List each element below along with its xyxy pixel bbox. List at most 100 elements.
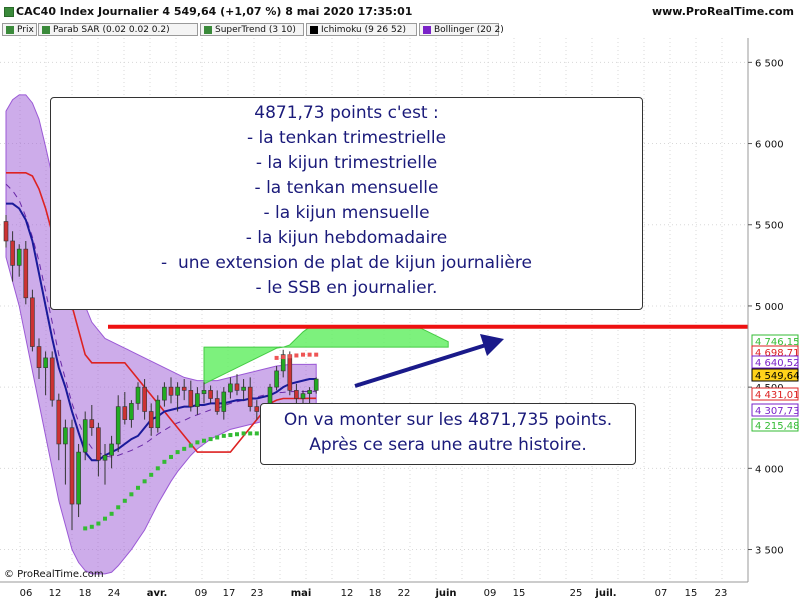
candle-body (221, 391, 227, 412)
legend-item-1[interactable]: Parab SAR (0.02 0.02 0.2) (38, 23, 198, 36)
x-tick-label: 15 (513, 588, 526, 599)
sar-dot (287, 354, 292, 359)
x-tick-label: avr. (147, 588, 168, 599)
legend-label: Ichimoku (9 26 52) (321, 25, 406, 35)
candle-body (241, 386, 246, 391)
sar-dot (96, 521, 101, 526)
annotation-line: On va monter sur les 4871,735 points. (283, 410, 613, 430)
sar-dot (274, 355, 279, 360)
x-tick-label: 15 (685, 588, 698, 599)
sar-dot (109, 511, 114, 516)
price-tag: 4 431,01 (751, 387, 800, 401)
x-tick-label: 06 (20, 588, 33, 599)
chart-type-icon (4, 7, 14, 17)
annotation-line: - la kijun hebdomadaire (245, 228, 448, 248)
sar-dot (175, 450, 180, 455)
candle-body (69, 427, 75, 505)
candle-body (49, 357, 55, 401)
candle-body (76, 451, 81, 505)
legend-label: SuperTrend (3 10) (215, 25, 296, 35)
price-tag: 4 549,64 (751, 368, 800, 382)
sar-dot (314, 352, 319, 357)
sar-dot (103, 516, 107, 521)
sar-dot (142, 479, 147, 484)
candle-body (254, 406, 260, 412)
legend-label: Parab SAR (0.02 0.02 0.2) (53, 25, 170, 35)
candle-body (313, 378, 319, 391)
candle-body (201, 390, 207, 394)
candle-body (294, 390, 299, 399)
price-tag-label: 4 549,64 (755, 371, 800, 382)
legend-item-2[interactable]: SuperTrend (3 10) (200, 23, 304, 36)
price-axis: 3 5004 0004 5005 0005 5006 0006 500 (747, 38, 800, 582)
date-axis: 06 12 18 24 avr. 09 17 23 mai 12 18 22 juin 09 15 25 jui… (0, 581, 800, 600)
candle-body (228, 383, 233, 393)
sar-dot (228, 433, 233, 438)
site-url[interactable]: www.ProRealTime.com (652, 5, 794, 18)
y-tick-label: 6 000 (755, 140, 784, 151)
candle-body (56, 399, 62, 445)
sar-dot (307, 352, 312, 357)
sar-dot (136, 485, 140, 490)
sar-dot (294, 353, 299, 358)
candle-body (63, 427, 68, 445)
annotation-line: - la tenkan trimestrielle (246, 128, 447, 148)
candle-body (36, 346, 42, 368)
sar-dot (169, 454, 173, 459)
candle-body (16, 248, 22, 266)
candle (49, 351, 55, 407)
x-tick-label: juil. (594, 588, 616, 599)
sar-dot (202, 438, 206, 443)
candle-body (274, 370, 279, 388)
candle-body (10, 240, 15, 266)
x-tick-label: mai (291, 588, 312, 599)
annotation-line: Après ce sera une autre histoire. (309, 435, 587, 455)
sar-dot (182, 446, 187, 451)
candle-body (3, 221, 9, 242)
sar-dot (281, 355, 286, 360)
candle-body (148, 411, 154, 429)
legend-item-4[interactable]: Bollinger (20 2) (419, 23, 504, 36)
candle-body (129, 403, 134, 420)
x-tick-label: 25 (570, 588, 583, 599)
candle-body (234, 383, 240, 391)
x-tick-label: 09 (484, 588, 497, 599)
sar-dot (221, 433, 226, 438)
candle-body (300, 393, 306, 399)
candle-body (23, 248, 29, 299)
candle-body (181, 386, 187, 391)
candle-body (175, 386, 180, 396)
legend-swatch (310, 26, 318, 34)
credit-text: © ProRealTime.com (4, 569, 104, 580)
legend-item-3[interactable]: Ichimoku (9 26 52) (306, 23, 417, 36)
annotation-line: - la kijun mensuelle (263, 203, 430, 223)
candle-body (102, 455, 108, 461)
sar-dot (116, 505, 121, 510)
price-tag-label: 4 215,48 (755, 421, 800, 432)
sar-dot (188, 443, 193, 448)
legend-label: Prix (17, 25, 34, 35)
annotation-main: 4871,73 points c'est : - la tenkan trimes… (50, 97, 643, 310)
y-tick-label: 5 500 (755, 221, 784, 232)
candle (155, 395, 161, 433)
price-tag-label: 4 640,52 (755, 358, 800, 369)
x-tick-label: 07 (655, 588, 668, 599)
price-tag: 4 307,73 (751, 403, 800, 417)
x-tick-label: 09 (195, 588, 208, 599)
price-tag: 4 640,52 (751, 355, 800, 369)
sar-dot (83, 526, 88, 531)
x-tick-label: 23 (251, 588, 264, 599)
legend-swatch (42, 26, 50, 34)
candle-body (162, 386, 167, 401)
indicator-legend: Prix Parab SAR (0.02 0.02 0.2) SuperTrend … (0, 22, 800, 37)
x-tick-label: 17 (223, 588, 236, 599)
annotation-line: 4871,73 points c'est : (254, 103, 439, 123)
x-tick-label: 24 (108, 588, 121, 599)
sar-dot (129, 492, 134, 497)
legend-swatch (423, 26, 431, 34)
candle (23, 240, 29, 305)
price-tag-label: 4 431,01 (755, 390, 800, 401)
candle-body (43, 357, 48, 368)
annotation-line: - la tenkan mensuelle (254, 178, 439, 198)
legend-item-0[interactable]: Prix (2, 23, 37, 36)
